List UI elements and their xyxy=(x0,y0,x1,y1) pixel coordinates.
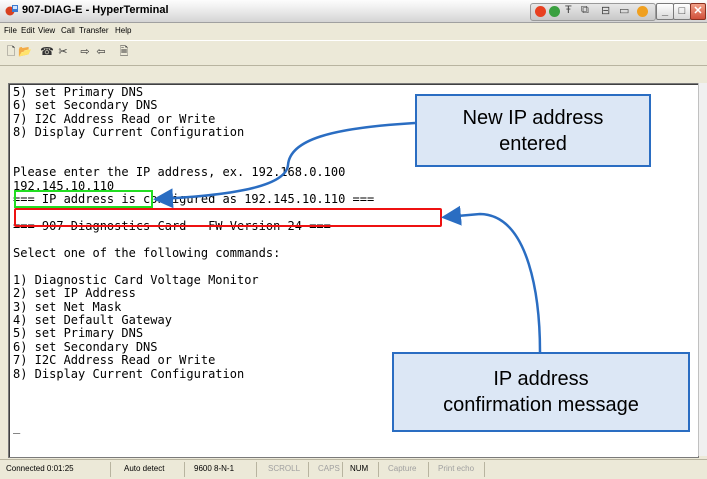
terminal-line: 5) set Primary DNS xyxy=(13,326,144,341)
terminal-line: 1) Diagnostic Card Voltage Monitor xyxy=(13,272,259,287)
terminal-line: 3) set Net Mask xyxy=(13,299,122,314)
text-icon[interactable]: Ŧ xyxy=(565,4,572,16)
record-icon[interactable] xyxy=(535,6,546,17)
status-params: 9600 8-N-1 xyxy=(194,464,235,473)
status-scroll: SCROLL xyxy=(268,464,301,473)
entered-ip-highlight xyxy=(14,190,153,208)
confirmation-callout-line1: IP address xyxy=(493,368,589,390)
terminal-line: 2) set IP Address xyxy=(13,286,136,301)
new-ip-callout-line2: entered xyxy=(499,132,567,155)
maximize-button[interactable]: □ xyxy=(673,3,691,20)
new-ip-callout: New IP address entered xyxy=(415,94,651,167)
new-ip-callout-line1: New IP address xyxy=(462,106,604,129)
status-divider xyxy=(428,462,429,477)
status-divider xyxy=(110,462,111,477)
send-icon[interactable]: ⇨ xyxy=(78,46,92,59)
terminal-line: 8) Display Current Configuration xyxy=(13,366,245,381)
minimize-button[interactable]: _ xyxy=(656,3,674,20)
status-divider xyxy=(256,462,257,477)
properties-icon[interactable]: 🗎 xyxy=(117,46,131,59)
terminal-line: 7) I2C Address Read or Write xyxy=(13,353,216,368)
status-capture: Capture xyxy=(388,464,417,473)
new-icon[interactable]: 🗋 xyxy=(4,46,18,59)
status-caps: CAPS xyxy=(318,464,340,473)
status-echo: Print echo xyxy=(438,464,475,473)
window-icon[interactable]: ⧉ xyxy=(581,4,589,17)
title-tray: Ŧ ⧉ ⊟ ▭ xyxy=(530,3,656,21)
status-connected: Connected 0:01:25 xyxy=(6,464,74,473)
terminal-line: 5) set Primary DNS xyxy=(13,85,144,99)
confirmation-callout-line2: confirmation message xyxy=(443,394,639,416)
hyperterminal-icon xyxy=(5,5,18,16)
menu-bar: File Edit View Call Transfer Help xyxy=(0,23,707,39)
close-button[interactable]: ✕ xyxy=(690,3,706,20)
terminal-line: 6) set Secondary DNS xyxy=(13,339,158,354)
terminal-line: 8) Display Current Configuration xyxy=(13,125,245,140)
status-divider xyxy=(184,462,185,477)
phone-icon[interactable]: ☎ xyxy=(40,46,54,59)
menu-help[interactable]: Help xyxy=(115,26,131,35)
disconnect-icon[interactable]: ✂ xyxy=(56,46,70,59)
terminal-output: 5) set Primary DNS 6) set Secondary DNS … xyxy=(13,85,374,435)
terminal-line: 4) set Default Gateway xyxy=(13,312,172,327)
terminal-line: 6) set Secondary DNS xyxy=(13,98,158,113)
confirmation-callout: IP address confirmation message xyxy=(392,352,690,432)
status-num: NUM xyxy=(350,464,369,473)
status-divider xyxy=(308,462,309,477)
terminal-line: 7) I2C Address Read or Write xyxy=(13,111,216,126)
menu-transfer[interactable]: Transfer xyxy=(79,26,109,35)
display-icon[interactable]: ▭ xyxy=(619,4,629,17)
menu-view[interactable]: View xyxy=(38,26,55,35)
status-divider xyxy=(342,462,343,477)
window-title: 907-DIAG-E - HyperTerminal xyxy=(22,4,169,16)
title-bar[interactable]: 907-DIAG-E - HyperTerminal Ŧ ⧉ ⊟ ▭ _ □ ✕ xyxy=(0,0,707,23)
menu-file[interactable]: File xyxy=(4,26,17,35)
terminal-cursor: _ xyxy=(13,420,21,435)
toolbar: 🗋 📂 ☎ ✂ ⇨ ⇦ 🗎 xyxy=(0,40,707,66)
ip-prompt-line: Please enter the IP address, ex. 192.168… xyxy=(13,165,346,180)
vertical-scrollbar[interactable] xyxy=(698,83,707,456)
status-bar: Connected 0:01:25 Auto detect 9600 8-N-1… xyxy=(0,459,707,479)
menu-edit[interactable]: Edit xyxy=(21,26,35,35)
status-divider xyxy=(378,462,379,477)
receive-icon[interactable]: ⇦ xyxy=(94,46,108,59)
rollup-icon[interactable] xyxy=(637,6,648,17)
menu-call[interactable]: Call xyxy=(61,26,75,35)
pin-icon[interactable]: ⊟ xyxy=(601,4,610,17)
status-divider xyxy=(484,462,485,477)
open-icon[interactable]: 📂 xyxy=(18,46,32,59)
hyperterminal-window: 907-DIAG-E - HyperTerminal Ŧ ⧉ ⊟ ▭ _ □ ✕… xyxy=(0,0,707,479)
globe-icon[interactable] xyxy=(549,6,560,17)
status-detect: Auto detect xyxy=(124,464,165,473)
confirmation-highlight xyxy=(14,208,442,227)
menu-prompt-line: Select one of the following commands: xyxy=(13,245,281,260)
